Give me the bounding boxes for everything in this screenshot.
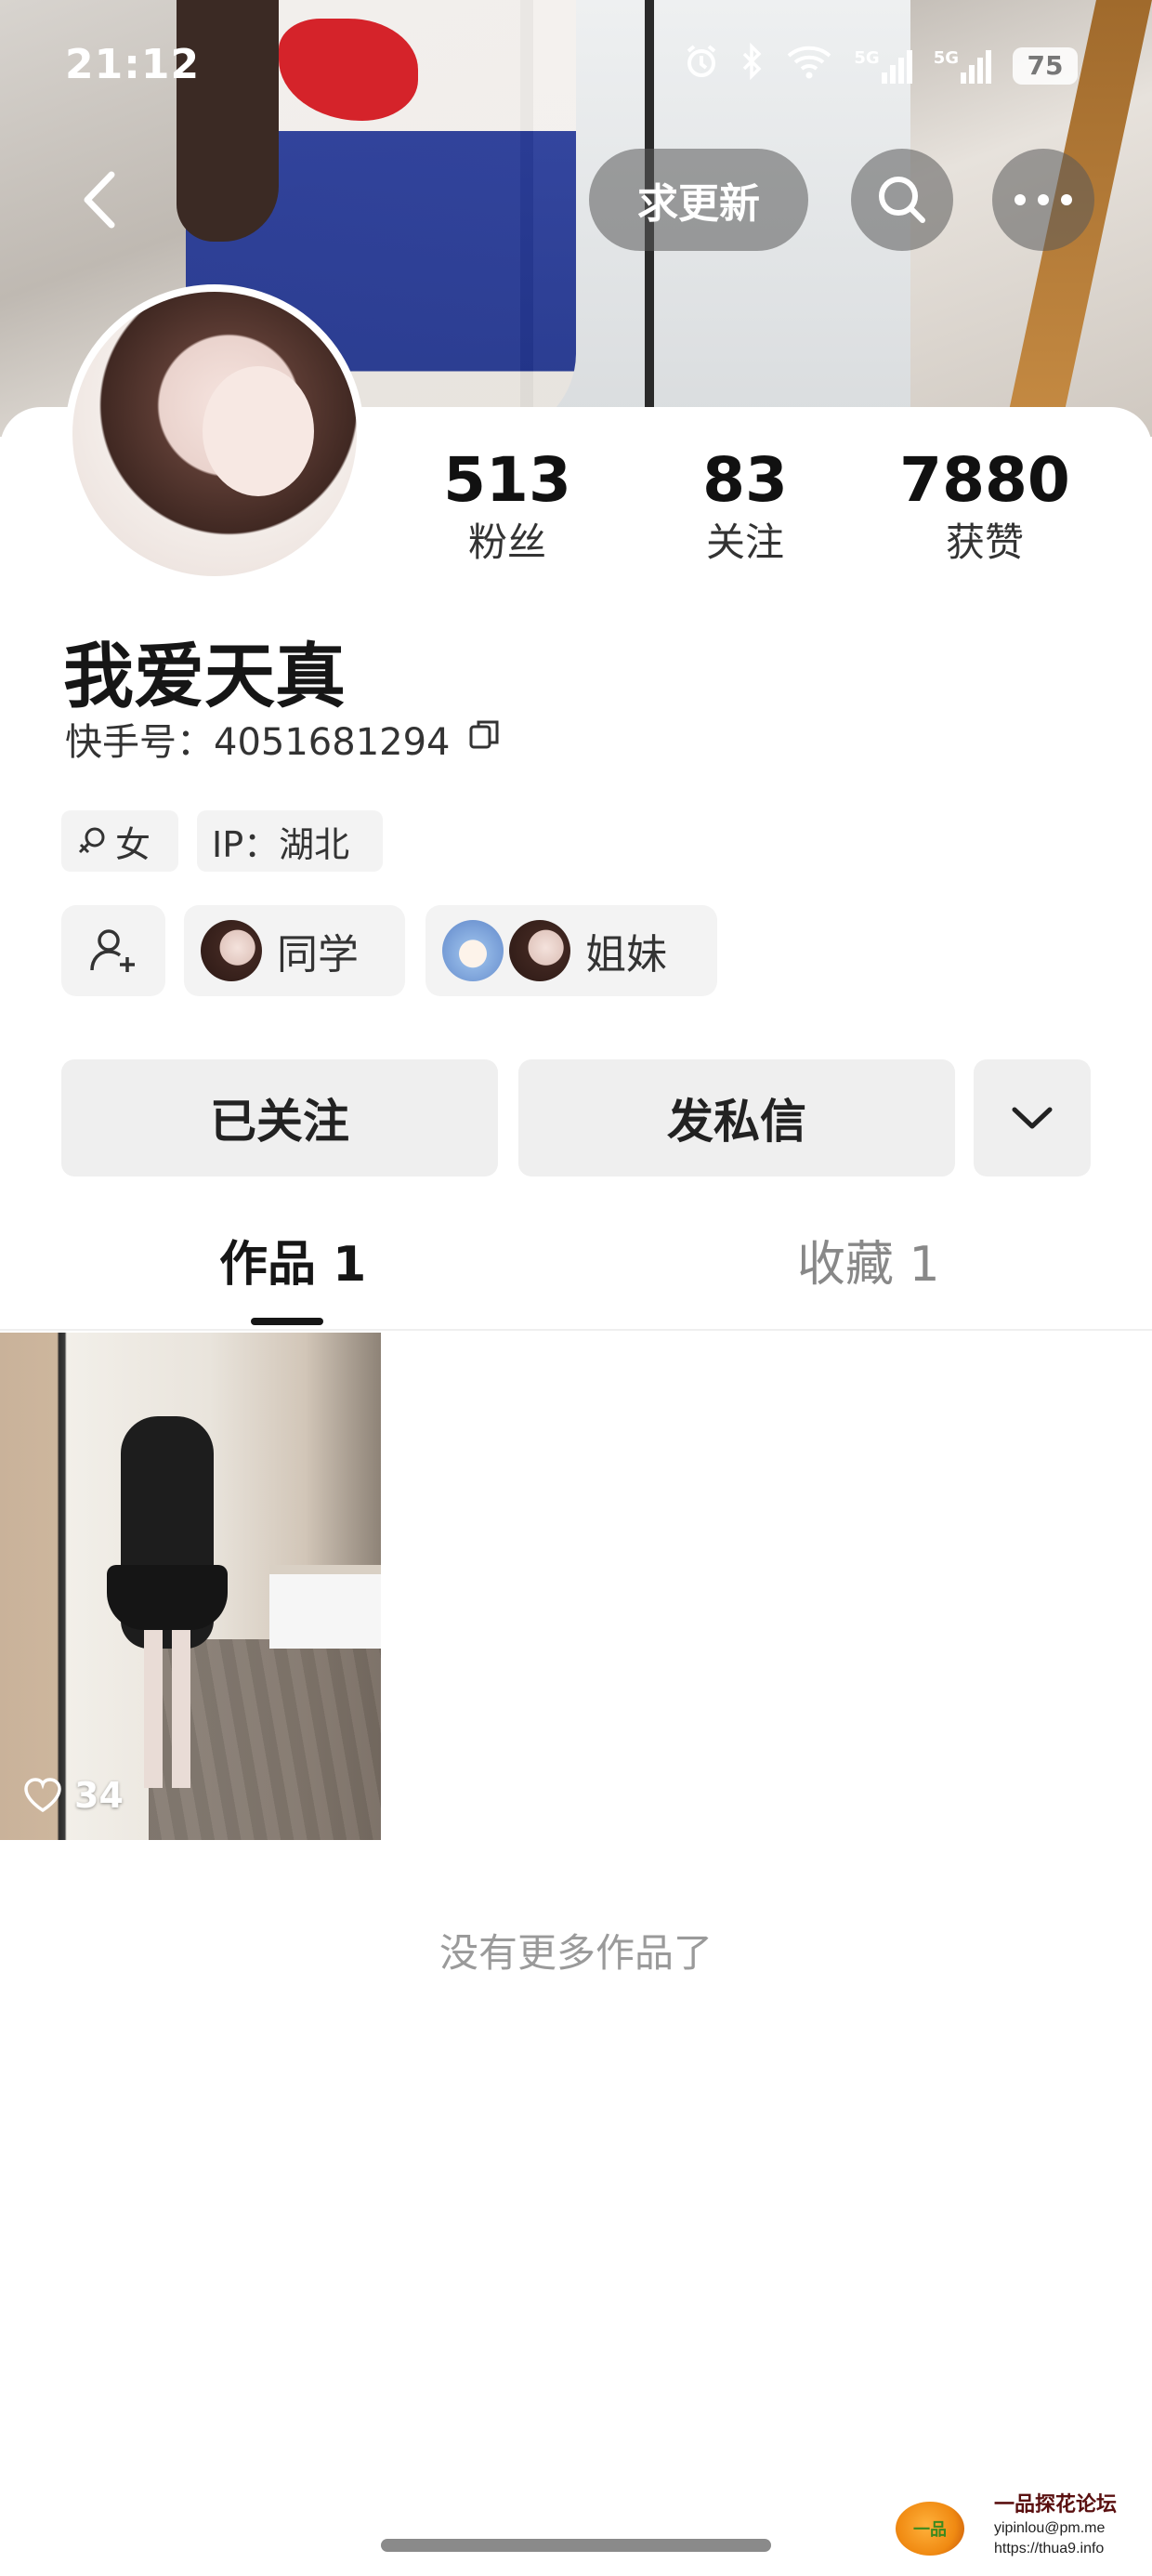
sister-avatar-1: [442, 920, 504, 981]
female-icon: [78, 827, 105, 854]
home-indicator[interactable]: [381, 2539, 771, 2552]
status-time: 21:12: [65, 41, 201, 88]
watermark-text: 一品探花论坛 yipinlou@pm.me https://thua9.info: [994, 2491, 1133, 2559]
watermark-logo: 一品: [896, 2502, 964, 2556]
sister-avatar-2: [509, 920, 570, 981]
work-thumbnail[interactable]: 34: [0, 1333, 381, 1840]
copy-icon[interactable]: [467, 717, 501, 760]
relation-sisters-label: 姐妹: [585, 931, 667, 979]
profile-stats: 513 粉丝 83 关注 7880 获赞: [0, 444, 1152, 574]
back-button[interactable]: [58, 158, 141, 242]
tab-active-indicator: [251, 1318, 323, 1325]
alarm-icon: [683, 43, 720, 88]
stat-following[interactable]: 83 关注: [634, 444, 857, 569]
watermark-email: yipinlou@pm.me: [994, 2520, 1106, 2536]
send-message-button[interactable]: 发私信: [518, 1059, 955, 1176]
work-likes-count: 34: [74, 1775, 124, 1816]
more-dots-icon: [1015, 194, 1072, 205]
search-button[interactable]: [851, 149, 953, 251]
watermark-url: https://thua9.info: [994, 2541, 1105, 2556]
stat-likes[interactable]: 7880 获赞: [873, 444, 1096, 569]
tab-divider: [0, 1329, 1152, 1331]
classmate-avatar: [201, 920, 262, 981]
account-id-row: 快手号：4051681294: [65, 712, 501, 766]
forum-watermark: 一品 一品探花论坛 yipinlou@pm.me https://thua9.i…: [896, 2491, 1128, 2574]
stat-following-value: 83: [702, 444, 788, 516]
tab-works[interactable]: 作品 1: [219, 1232, 366, 1297]
gender-tag: 女: [61, 810, 178, 872]
relation-classmate-label: 同学: [277, 931, 359, 979]
add-user-icon: [90, 929, 135, 972]
relation-sisters[interactable]: 姐妹: [425, 905, 717, 996]
stat-fans-value: 513: [443, 444, 571, 516]
more-options-dropdown[interactable]: [974, 1059, 1091, 1176]
relation-classmate[interactable]: 同学: [184, 905, 405, 996]
search-icon: [879, 177, 925, 223]
thumb-figure-skirt: [107, 1565, 228, 1630]
status-bar: 21:12 5G 5G 75: [0, 37, 1152, 93]
stat-likes-value: 7880: [899, 444, 1070, 516]
more-button[interactable]: [992, 149, 1094, 251]
stat-likes-label: 获赞: [945, 519, 1024, 565]
ip-location-tag: IP：湖北: [197, 810, 383, 872]
banner-hair: [177, 0, 279, 242]
bluetooth-icon: [740, 42, 765, 88]
add-friend-button[interactable]: [61, 905, 165, 996]
profile-name: 我爱天真: [63, 635, 346, 717]
stat-fans[interactable]: 513 粉丝: [396, 444, 619, 569]
thumb-bed: [269, 1565, 381, 1649]
chevron-left-icon: [84, 171, 115, 229]
watermark-title: 一品探花论坛: [994, 2492, 1118, 2516]
status-icons: 5G 5G 75: [683, 42, 1078, 88]
stat-fans-label: 粉丝: [467, 519, 546, 565]
gender-text: 女: [115, 823, 151, 865]
stat-following-label: 关注: [705, 519, 784, 565]
battery-indicator: 75: [1013, 46, 1078, 85]
wifi-icon: [785, 43, 833, 88]
work-likes: 34: [22, 1775, 124, 1816]
signal-icon-1: 5G: [854, 48, 912, 84]
account-id: 快手号：4051681294: [65, 721, 451, 764]
followed-button[interactable]: 已关注: [61, 1059, 498, 1176]
no-more-works-text: 没有更多作品了: [439, 1930, 713, 1976]
heart-icon: [24, 1778, 61, 1813]
request-update-button[interactable]: 求更新: [589, 149, 808, 251]
thumb-figure-legs: [144, 1630, 190, 1788]
chevron-down-icon: [1012, 1107, 1053, 1129]
signal-icon-2: 5G: [934, 48, 992, 84]
tab-favorites[interactable]: 收藏 1: [797, 1232, 940, 1297]
